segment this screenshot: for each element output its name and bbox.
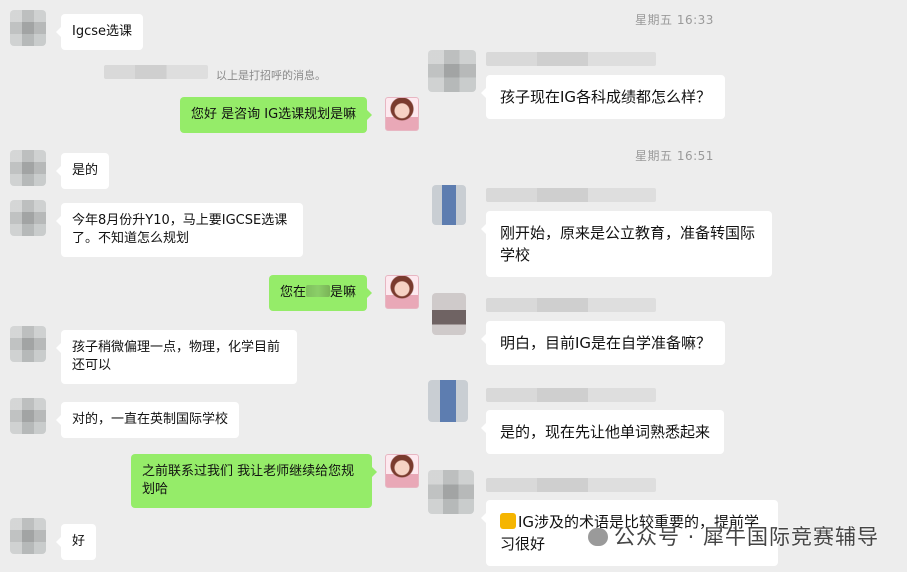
contact-avatar[interactable]: [10, 150, 46, 186]
my-avatar[interactable]: [385, 97, 419, 131]
blurred-sender-name: [486, 388, 656, 402]
message-text: 是嘛: [330, 285, 357, 300]
timestamp: 星期五 16:51: [635, 149, 714, 163]
system-note: 以上是打招呼的消息。: [216, 69, 326, 82]
message-text: 好: [72, 534, 86, 549]
message-bubble: 明白，目前IG是在自学准备嘛？: [480, 321, 726, 365]
message-bubble: 刚开始，原来是公立教育，准备转国际学校: [481, 211, 772, 277]
watermark: 公众号 · 犀牛国际竞赛辅导: [587, 521, 879, 551]
message-bubble: Igcse选课: [55, 14, 144, 50]
right-chat-pane: 星期五 16:33 孩子现在IG各科成绩都怎么样？ 星期五 16:51 刚开始，…: [424, 0, 907, 572]
contact-avatar[interactable]: [10, 398, 46, 434]
message-bubble: 是的，现在先让他单词熟悉起来: [480, 410, 725, 454]
my-avatar[interactable]: [385, 275, 419, 309]
message-bubble: 您好 是咨询 IG选课规划是嘛: [180, 97, 373, 133]
message-text: 今年8月份升Y10，马上要IGCSE选课了。不知道怎么规划: [72, 213, 288, 246]
message-text: Igcse选课: [72, 24, 133, 39]
message-text: 您好 是咨询 IG选课规划是嘛: [191, 107, 357, 122]
contact-avatar[interactable]: [10, 200, 46, 236]
message-bubble: 好: [55, 524, 97, 560]
blurred-sender-name: [486, 478, 656, 492]
message-bubble: 孩子稍微偏理一点，物理，化学目前还可以: [56, 330, 297, 384]
contact-avatar[interactable]: [10, 326, 46, 362]
message-text: 刚开始，原来是公立教育，准备转国际学校: [500, 224, 756, 264]
contact-avatar[interactable]: [428, 380, 468, 422]
message-text: 您在: [280, 285, 307, 300]
contact-avatar[interactable]: [10, 10, 46, 46]
contact-avatar[interactable]: [432, 185, 466, 225]
timestamp: 星期五 16:33: [635, 13, 714, 27]
message-bubble: 您在 是嘛: [269, 275, 373, 311]
message-bubble: 孩子现在IG各科成绩都怎么样？: [480, 75, 726, 119]
blurred-sender-name: [486, 298, 656, 312]
contact-avatar[interactable]: [428, 470, 474, 514]
wechat-icon: [587, 528, 608, 546]
left-chat-pane: Igcse选课 以上是打招呼的消息。 您好 是咨询 IG选课规划是嘛 是的 今年…: [0, 0, 424, 572]
message-bubble: 是的: [55, 153, 110, 189]
message-bubble: 对的，一直在英制国际学校: [55, 402, 240, 438]
blurred-sender-name: [486, 52, 656, 66]
blurred-sender-name: [486, 188, 656, 202]
redacted-text: [306, 285, 331, 297]
message-bubble: 今年8月份升Y10，马上要IGCSE选课了。不知道怎么规划: [56, 203, 303, 257]
message-bubble: 之前联系过我们 我让老师继续给您规划哈: [131, 454, 377, 508]
message-text: 孩子现在IG各科成绩都怎么样？: [500, 88, 712, 106]
watermark-text: 公众号 · 犀牛国际竞赛辅导: [613, 525, 879, 549]
message-text: 对的，一直在英制国际学校: [72, 412, 229, 427]
message-text: 孩子稍微偏理一点，物理，化学目前还可以: [72, 340, 281, 373]
blurred-sender-name: [104, 65, 208, 79]
contact-avatar[interactable]: [432, 293, 466, 335]
thumbs-up-icon: [500, 513, 516, 529]
message-text: 是的，现在先让他单词熟悉起来: [500, 423, 711, 441]
message-text: 之前联系过我们 我让老师继续给您规划哈: [142, 464, 355, 497]
message-text: 是的: [72, 163, 99, 178]
contact-avatar[interactable]: [10, 518, 46, 554]
my-avatar[interactable]: [385, 454, 419, 488]
message-text: 明白，目前IG是在自学准备嘛？: [500, 334, 712, 352]
contact-avatar[interactable]: [428, 50, 476, 92]
